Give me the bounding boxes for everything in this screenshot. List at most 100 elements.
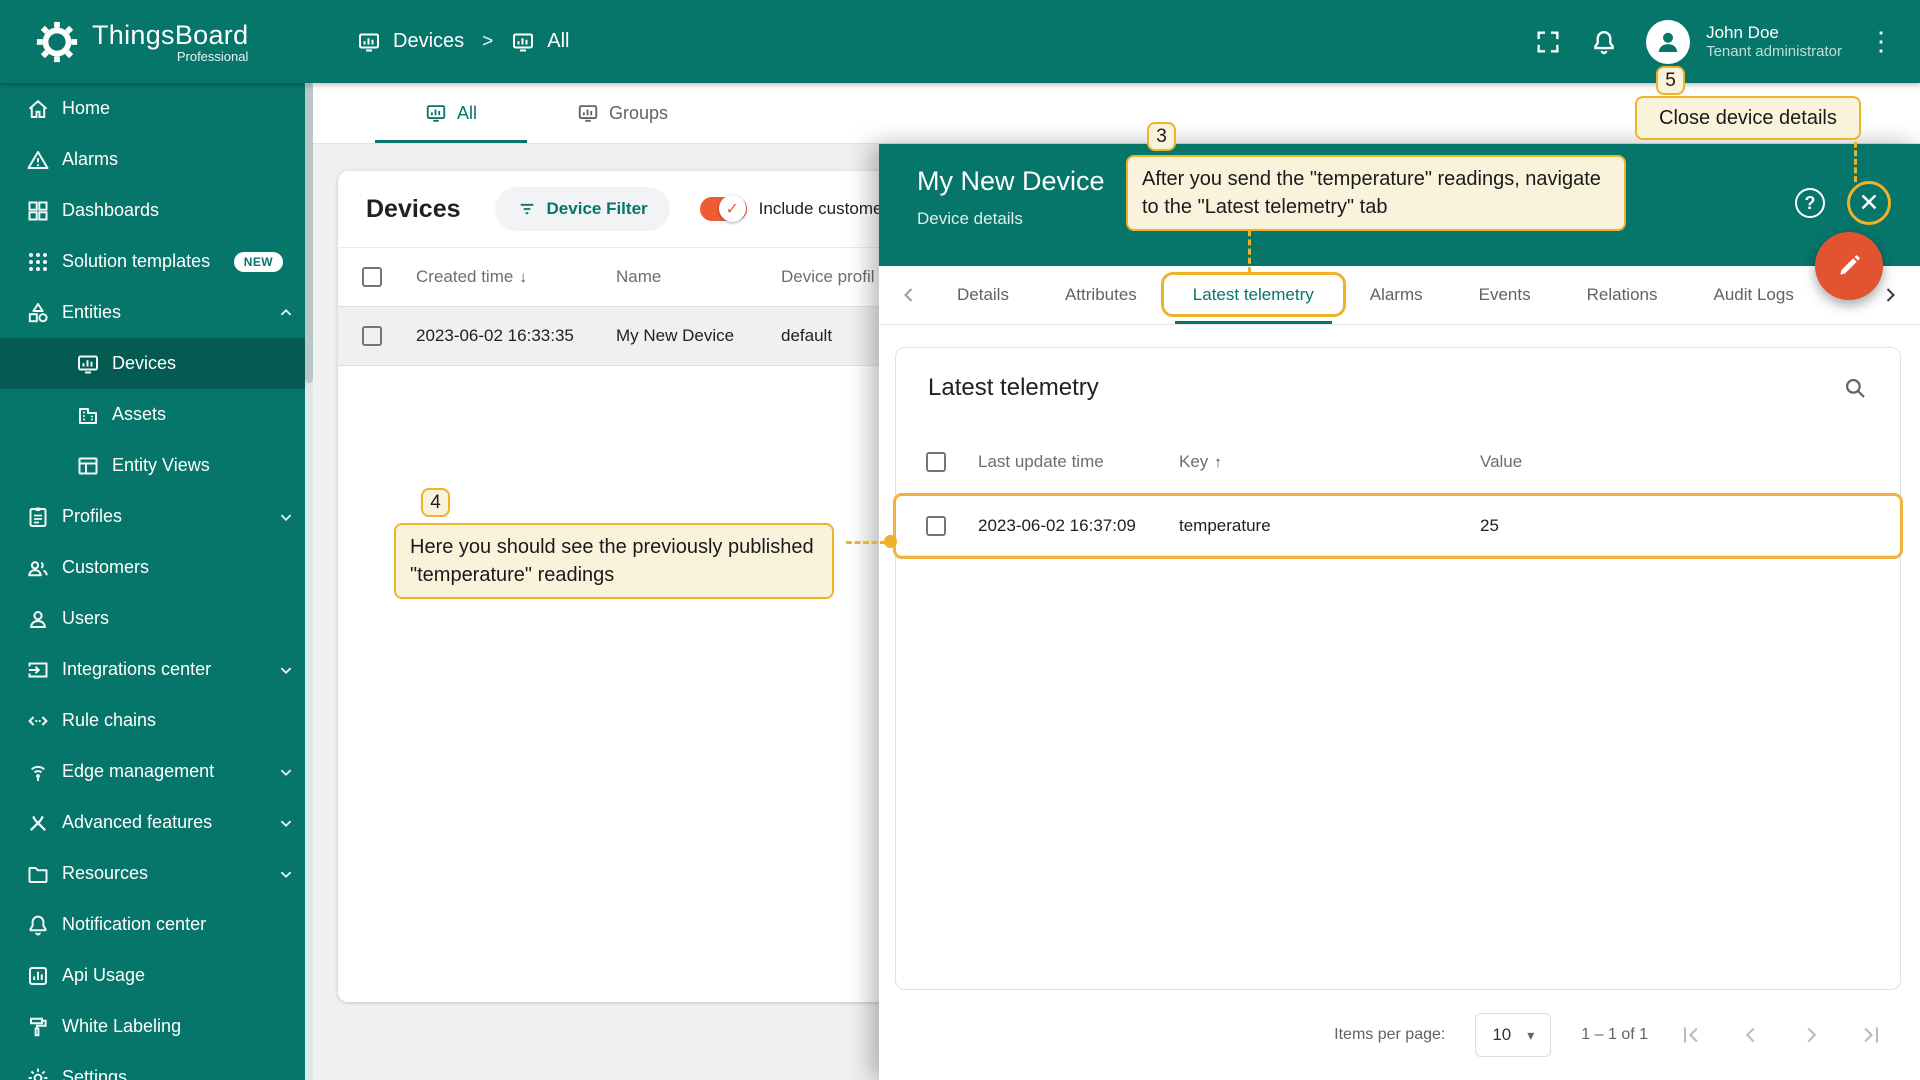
entity-views-icon xyxy=(76,454,100,478)
column-value[interactable]: Value xyxy=(1480,452,1900,472)
search-icon xyxy=(1842,375,1868,401)
page-range: 1 – 1 of 1 xyxy=(1581,1026,1648,1043)
telemetry-card-header: Latest telemetry xyxy=(896,348,1900,428)
next-page-button[interactable] xyxy=(1798,1022,1824,1048)
sidebar-item-home[interactable]: Home xyxy=(0,83,313,134)
top-app-bar: ThingsBoard Professional Devices > All J… xyxy=(0,0,1920,83)
last-page-button[interactable] xyxy=(1858,1022,1884,1048)
step-4-connector-line xyxy=(846,541,886,544)
help-button[interactable]: ? xyxy=(1795,188,1825,218)
sidebar-item-customers[interactable]: Customers xyxy=(0,542,313,593)
edge-icon xyxy=(26,760,50,784)
profiles-icon xyxy=(26,505,50,529)
telemetry-key: temperature xyxy=(1179,515,1271,535)
tab-groups-label: Groups xyxy=(609,102,669,123)
page-size-select[interactable]: 10 ▾ xyxy=(1475,1013,1552,1057)
step-3-badge: 3 xyxy=(1147,122,1176,151)
tab-all[interactable]: All xyxy=(375,83,528,143)
sidebar-item-alarms[interactable]: Alarms xyxy=(0,134,313,185)
last-page-icon xyxy=(1858,1022,1884,1048)
sidebar-item-advanced-features[interactable]: Advanced features xyxy=(0,797,313,848)
tab-events[interactable]: Events xyxy=(1451,266,1559,324)
telemetry-value: 25 xyxy=(1480,515,1499,535)
logo-gear-icon xyxy=(34,19,80,65)
column-key-label: Key xyxy=(1179,451,1209,471)
tab-attributes[interactable]: Attributes xyxy=(1037,266,1165,324)
chevron-down-icon xyxy=(275,863,297,885)
sidebar-item-label: Assets xyxy=(112,404,167,424)
device-details-panel: My New Device Device details ? ✕ Details… xyxy=(879,144,1920,1080)
toggle-check-icon: ✓ xyxy=(718,195,746,222)
folder-icon xyxy=(26,862,50,886)
sidebar-item-users[interactable]: Users xyxy=(0,593,313,644)
devices-breadcrumb-icon xyxy=(357,30,381,54)
sidebar-item-label: Customers xyxy=(62,557,150,577)
sidebar-item-entity-views[interactable]: Entity Views xyxy=(0,440,313,491)
tab-alarms[interactable]: Alarms xyxy=(1342,266,1451,324)
row-checkbox[interactable] xyxy=(926,515,946,536)
step-4-callout: Here you should see the previously publi… xyxy=(394,523,834,599)
sidebar-item-solution-templates[interactable]: Solution templates NEW xyxy=(0,236,313,287)
sidebar-item-white-labeling[interactable]: White Labeling xyxy=(0,1001,313,1052)
device-filter-button[interactable]: Device Filter xyxy=(494,187,670,231)
sidebar-item-label: Dashboards xyxy=(62,200,160,220)
search-button[interactable] xyxy=(1842,375,1868,401)
telemetry-row[interactable]: 2023-06-02 16:37:09 temperature 25 xyxy=(896,496,1900,556)
fullscreen-icon xyxy=(1534,28,1562,56)
step-4-connector-dot xyxy=(884,535,897,548)
include-customer-toggle[interactable]: ✓ xyxy=(699,195,747,222)
tabs-scroll-left-button[interactable] xyxy=(889,266,929,324)
column-last-update-time[interactable]: Last update time xyxy=(978,452,1179,472)
previous-page-button[interactable] xyxy=(1738,1022,1764,1048)
tab-relations[interactable]: Relations xyxy=(1559,266,1686,324)
api-usage-icon xyxy=(26,964,50,988)
sidebar-item-profiles[interactable]: Profiles xyxy=(0,491,313,542)
tab-audit-logs[interactable]: Audit Logs xyxy=(1686,266,1822,324)
avatar[interactable] xyxy=(1646,19,1691,64)
column-key[interactable]: Key ↑ xyxy=(1179,452,1480,472)
sort-desc-icon: ↓ xyxy=(519,269,527,286)
edit-device-fab[interactable] xyxy=(1815,232,1883,300)
sidebar-item-devices[interactable]: Devices xyxy=(0,338,313,389)
thingsboard-logo[interactable]: ThingsBoard Professional xyxy=(0,19,313,65)
sidebar-item-label: Users xyxy=(62,608,110,628)
select-all-checkbox[interactable] xyxy=(926,451,946,472)
column-created-time[interactable]: Created time ↓ xyxy=(416,267,616,287)
sidebar-item-label: Integrations center xyxy=(62,659,212,679)
integrations-icon xyxy=(26,658,50,682)
breadcrumb-all[interactable]: All xyxy=(547,30,569,53)
devices-icon xyxy=(76,352,100,376)
sidebar-item-integrations-center[interactable]: Integrations center xyxy=(0,644,313,695)
sidebar-item-assets[interactable]: Assets xyxy=(0,389,313,440)
sidebar-item-settings[interactable]: Settings xyxy=(0,1052,313,1080)
sidebar-item-notification-center[interactable]: Notification center xyxy=(0,899,313,950)
more-menu-button[interactable]: ⋮ xyxy=(1868,26,1894,57)
sidebar-item-entities[interactable]: Entities xyxy=(0,287,313,338)
column-name[interactable]: Name xyxy=(616,267,781,287)
sidebar-scrollbar[interactable] xyxy=(305,83,313,1080)
notification-icon xyxy=(26,913,50,937)
close-details-button[interactable]: ✕ xyxy=(1852,186,1886,220)
breadcrumb-devices[interactable]: Devices xyxy=(393,30,464,53)
include-customer-toggle-wrap: ✓ Include custome xyxy=(699,195,882,222)
tab-groups[interactable]: Groups xyxy=(527,83,718,143)
sidebar-item-api-usage[interactable]: Api Usage xyxy=(0,950,313,1001)
device-filter-label: Device Filter xyxy=(546,199,648,218)
sidebar-scrollbar-thumb[interactable] xyxy=(305,83,313,383)
tab-details[interactable]: Details xyxy=(929,266,1037,324)
sidebar-item-label: Entities xyxy=(62,302,122,322)
first-page-button[interactable] xyxy=(1678,1022,1704,1048)
sidebar-item-resources[interactable]: Resources xyxy=(0,848,313,899)
notifications-button[interactable] xyxy=(1590,27,1620,57)
row-checkbox[interactable] xyxy=(362,326,382,346)
fullscreen-button[interactable] xyxy=(1534,27,1564,57)
logo-text: ThingsBoard Professional xyxy=(92,20,248,64)
gear-icon xyxy=(26,1066,50,1080)
user-role: Tenant administrator xyxy=(1706,42,1842,60)
tab-latest-telemetry[interactable]: Latest telemetry xyxy=(1160,266,1346,324)
sidebar-item-edge-management[interactable]: Edge management xyxy=(0,746,313,797)
sidebar-item-rule-chains[interactable]: Rule chains xyxy=(0,695,313,746)
sidebar-item-dashboards[interactable]: Dashboards xyxy=(0,185,313,236)
chevron-up-icon xyxy=(275,302,297,324)
select-all-checkbox[interactable] xyxy=(362,267,382,287)
